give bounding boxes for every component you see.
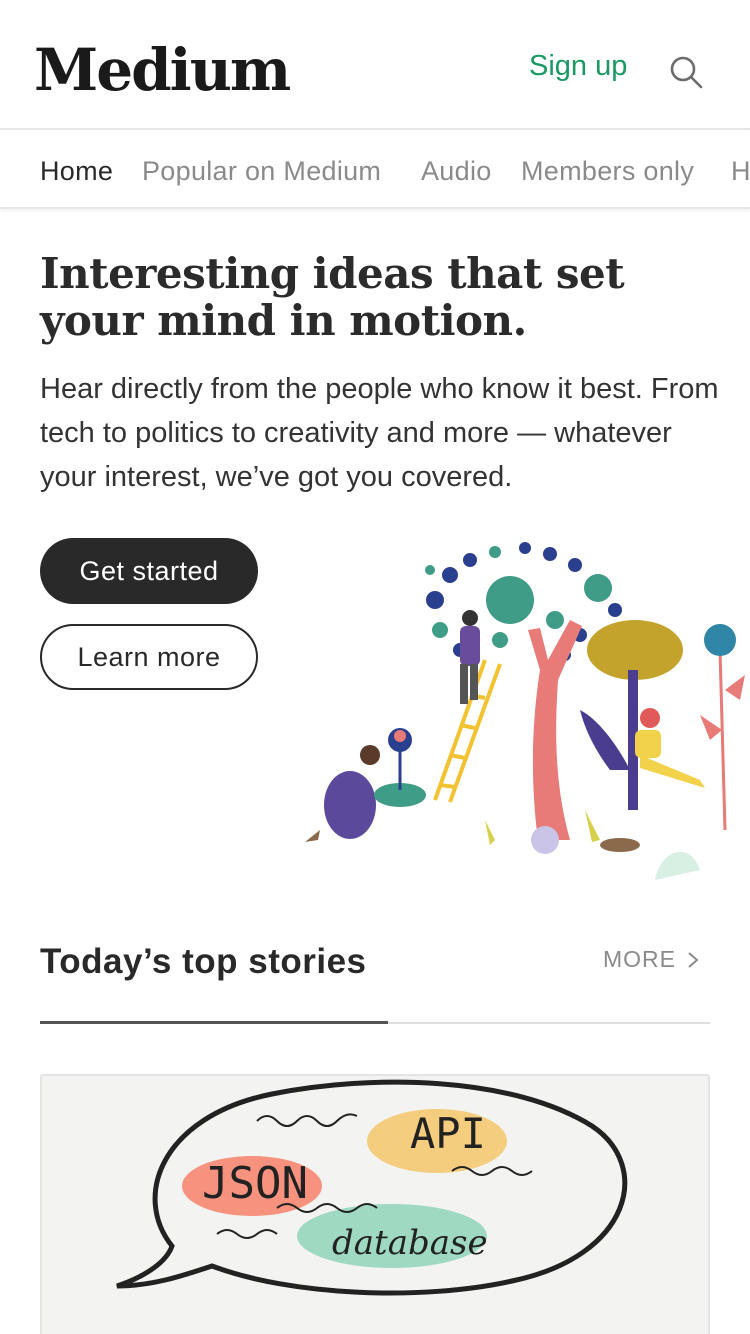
sign-up-link[interactable]: Sign up	[529, 50, 627, 83]
flower-right	[700, 624, 745, 831]
person-on-ladder	[460, 610, 480, 704]
bubble-word-database: database	[332, 1223, 488, 1263]
more-link[interactable]: MORE	[603, 946, 700, 973]
hero-title: Interesting ideas that set your mind in …	[40, 249, 625, 345]
nav-tab-truncated[interactable]: H	[731, 156, 750, 187]
nav-tab-members-only[interactable]: Members only	[521, 156, 694, 187]
chevron-right-icon	[688, 951, 699, 968]
more-label: MORE	[603, 946, 676, 972]
bubble-word-api: API	[410, 1109, 486, 1158]
person-gardening	[305, 728, 426, 842]
story-card-image[interactable]: API JSON database	[40, 1074, 710, 1334]
tree-trunk	[528, 620, 582, 840]
topic-nav: Home Popular on Medium Audio Members onl…	[0, 132, 750, 209]
nav-tab-popular[interactable]: Popular on Medium	[142, 156, 381, 187]
top-stories-heading: Today’s top stories	[40, 942, 367, 981]
get-started-button[interactable]: Get started	[40, 538, 258, 604]
app-header: Medium Sign up	[0, 0, 750, 130]
nav-tab-home[interactable]: Home	[40, 156, 113, 187]
speech-bubble-illustration: API JSON database	[116, 1079, 628, 1296]
nav-tab-audio[interactable]: Audio	[421, 156, 492, 187]
bubble-word-json: JSON	[202, 1158, 308, 1209]
medium-logo[interactable]: Medium	[34, 36, 291, 104]
hero-subtitle: Hear directly from the people who know i…	[40, 373, 719, 493]
learn-more-button[interactable]: Learn more	[40, 624, 258, 690]
person-reading	[635, 708, 705, 788]
hero-illustration	[305, 542, 745, 880]
section-divider-active	[40, 1021, 388, 1024]
search-icon[interactable]	[668, 54, 704, 90]
